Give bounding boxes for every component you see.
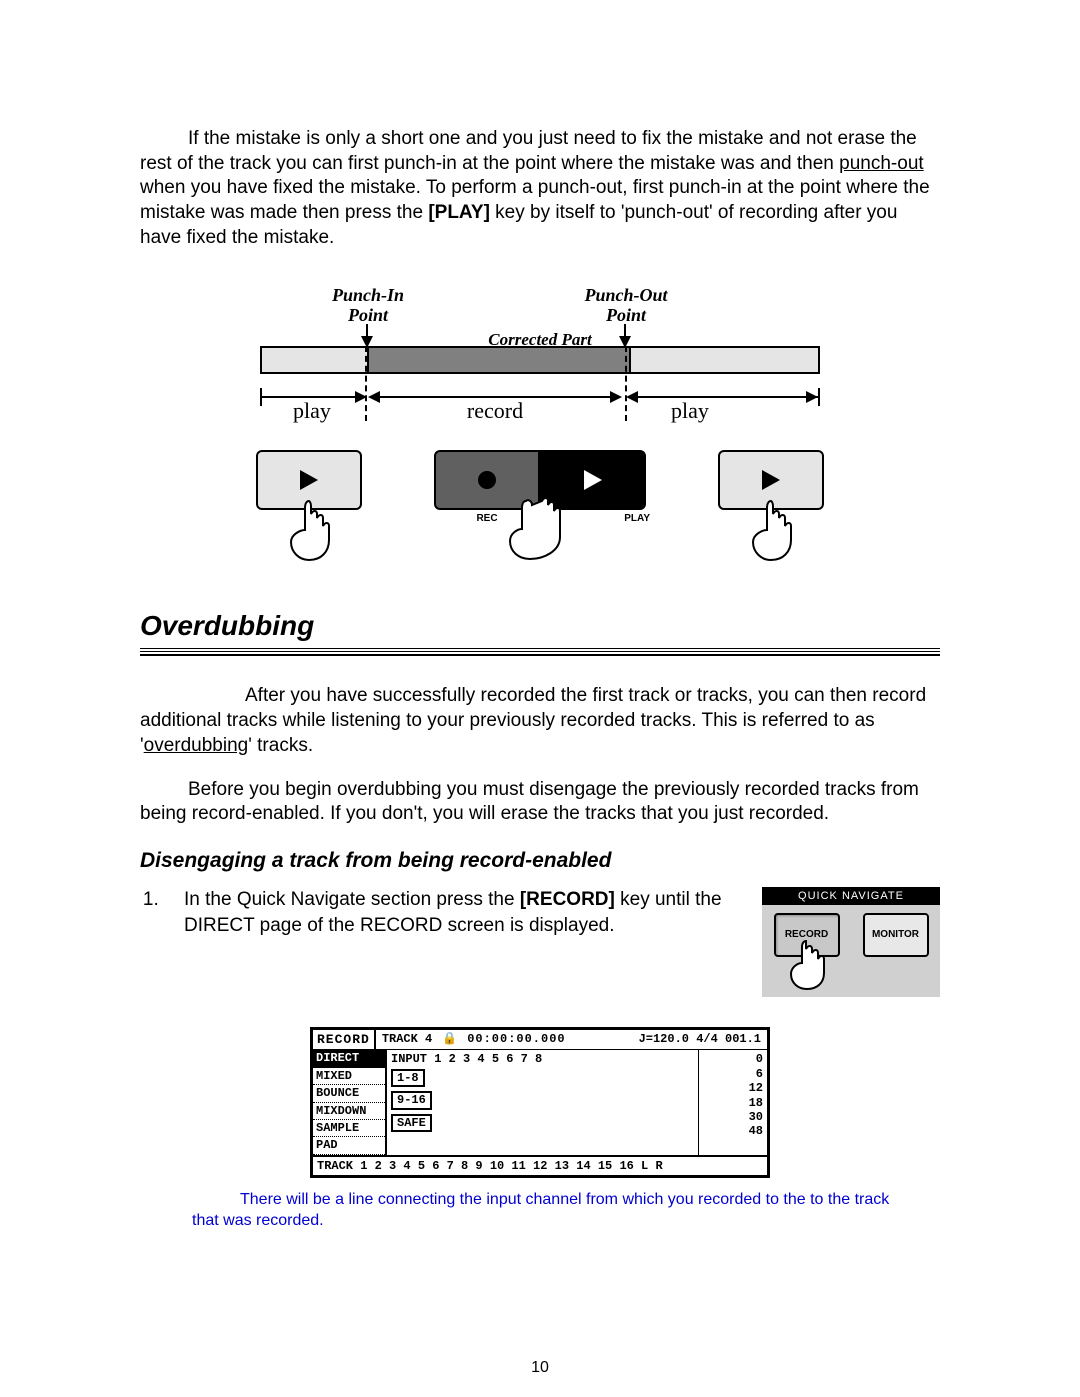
record-screen-tempo: J=120.0 4/4 001.1	[639, 1032, 761, 1046]
range-record-label: record	[467, 398, 523, 424]
play-key: [PLAY]	[428, 202, 490, 223]
track-seg-record	[367, 348, 631, 372]
range-play-label: play	[671, 398, 709, 424]
quick-navigate-header: QUICK NAVIGATE	[762, 887, 940, 905]
arrow-right-icon	[610, 391, 622, 403]
range-cap	[818, 388, 820, 406]
play-button[interactable]	[256, 450, 362, 510]
corrected-part-label: Corrected Part	[488, 330, 591, 350]
arrow-left-icon	[368, 391, 380, 403]
input-row: INPUT 1 2 3 4 5 6 7 8	[391, 1052, 694, 1066]
arrow-left-icon	[626, 391, 638, 403]
record-screen-track: TRACK 4	[382, 1032, 432, 1046]
track-bar	[260, 346, 820, 374]
intro-paragraph: If the mistake is only a short one and y…	[140, 127, 940, 250]
tab-sample[interactable]: SAMPLE	[313, 1120, 385, 1137]
section-rule	[140, 648, 940, 656]
section-title-overdubbing: Overdubbing	[140, 610, 940, 642]
overdub-p2: Before you begin overdubbing you must di…	[140, 778, 940, 827]
tab-mixdown[interactable]: MIXDOWN	[313, 1103, 385, 1120]
meter-scale: 0 6 12 18 30 48	[698, 1050, 767, 1154]
tab-pad[interactable]: PAD	[313, 1137, 385, 1154]
quicknav-monitor-label: MONITOR	[872, 929, 919, 940]
arrow-stem	[366, 324, 368, 336]
finger-press-icon	[784, 937, 830, 993]
track-row: TRACK 1 2 3 4 5 6 7 8 9 10 11 12 13 14 1…	[313, 1155, 767, 1175]
range-bar	[638, 396, 818, 398]
tab-mixed[interactable]: MIXED	[313, 1068, 385, 1085]
finger-press-icon	[500, 493, 580, 568]
record-screen-title: RECORD	[313, 1030, 376, 1050]
record-screen-timecode: 00:00:00.000	[467, 1032, 565, 1046]
page-number: 10	[0, 1359, 1080, 1377]
play-icon	[584, 470, 602, 490]
quick-navigate-panel: QUICK NAVIGATE RECORD MONITOR	[762, 887, 940, 997]
record-screen-tabs: DIRECT MIXED BOUNCE MIXDOWN SAMPLE PAD	[313, 1050, 387, 1154]
overdub-term: overdubbing	[144, 735, 249, 756]
range-play-label: play	[293, 398, 331, 424]
punch-out-label: Punch-Out Point	[566, 286, 686, 326]
btn-safe[interactable]: SAFE	[391, 1114, 432, 1132]
overdub-p1c: ' tracks.	[248, 735, 313, 756]
record-icon	[478, 471, 496, 489]
overdub-p1: After you have successfully recorded the…	[140, 684, 940, 758]
finger-press-icon	[741, 496, 801, 566]
arrow-right-icon	[355, 391, 367, 403]
quicknav-monitor-button[interactable]: MONITOR	[863, 913, 929, 957]
punch-in-label: Punch-In Point	[308, 286, 428, 326]
subheading-disengage: Disengaging a track from being record-en…	[140, 849, 940, 873]
arrow-right-icon	[806, 391, 818, 403]
arrow-stem	[624, 324, 626, 336]
rec-tag: REC	[476, 513, 497, 524]
track-seg-play	[631, 348, 818, 372]
intro-punchout: punch-out	[839, 153, 924, 174]
punch-diagram: Punch-In Point Punch-Out Point Corrected…	[260, 286, 820, 570]
play-button[interactable]	[718, 450, 824, 510]
btn-1-8[interactable]: 1-8	[391, 1069, 425, 1087]
arrow-down-icon	[361, 336, 373, 348]
record-key: [RECORD]	[520, 889, 615, 910]
finger-press-icon	[279, 496, 339, 566]
play-icon	[762, 470, 780, 490]
intro-t1a: If the mistake is only a short one and y…	[140, 128, 917, 174]
lock-icon: 🔒	[442, 1032, 457, 1046]
quicknav-record-button[interactable]: RECORD	[774, 913, 840, 957]
btn-9-16[interactable]: 9-16	[391, 1091, 432, 1109]
play-tag: PLAY	[624, 513, 650, 524]
blue-note: There will be a line connecting the inpu…	[192, 1190, 900, 1232]
play-icon	[300, 470, 318, 490]
step1-text-a: In the Quick Navigate section press the	[184, 889, 520, 910]
tab-bounce[interactable]: BOUNCE	[313, 1085, 385, 1102]
tab-direct[interactable]: DIRECT	[313, 1050, 385, 1067]
record-screen: RECORD TRACK 4 🔒 00:00:00.000 J=120.0 4/…	[310, 1027, 770, 1178]
track-seg-play	[262, 348, 367, 372]
